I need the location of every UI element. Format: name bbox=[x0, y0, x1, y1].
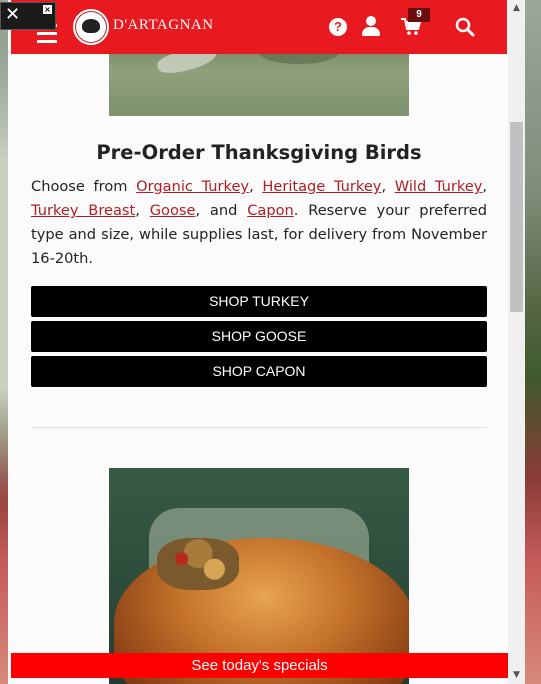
todays-specials-bar[interactable]: See today's specials bbox=[11, 653, 508, 678]
page-viewport: D'ARTAGNAN ? 9 Pre-Order Thanksgiving Bi… bbox=[8, 0, 508, 684]
link-turkey-breast[interactable]: Turkey Breast bbox=[31, 202, 135, 219]
site-header: D'ARTAGNAN ? 9 bbox=[11, 0, 507, 54]
link-goose[interactable]: Goose bbox=[150, 202, 196, 219]
close-icon[interactable]: × bbox=[43, 5, 52, 14]
scroll-thumb[interactable] bbox=[510, 122, 523, 312]
shop-capon-button[interactable]: SHOP CAPON bbox=[31, 356, 487, 387]
vertical-scrollbar[interactable]: ▲ ▼ bbox=[508, 0, 525, 684]
link-wild-turkey[interactable]: Wild Turkey bbox=[395, 178, 483, 195]
section-description: Choose from Organic Turkey, Heritage Tur… bbox=[31, 178, 488, 267]
scroll-up-arrow-icon[interactable]: ▲ bbox=[508, 0, 525, 17]
roast-turkey-image bbox=[109, 468, 409, 684]
shop-goose-button[interactable]: SHOP GOOSE bbox=[31, 321, 487, 352]
devtools-toggle[interactable]: ✕ × bbox=[0, 2, 56, 30]
connector-and: and bbox=[209, 202, 238, 219]
intro-text: Choose from bbox=[31, 178, 128, 195]
logo-icon[interactable] bbox=[73, 9, 109, 45]
user-icon[interactable] bbox=[361, 16, 381, 38]
cart-count-badge: 9 bbox=[408, 8, 430, 22]
help-icon[interactable]: ? bbox=[329, 18, 347, 36]
link-capon[interactable]: Capon bbox=[247, 202, 294, 219]
shop-turkey-button[interactable]: SHOP TURKEY bbox=[31, 286, 487, 317]
scroll-down-arrow-icon[interactable]: ▼ bbox=[508, 667, 525, 684]
brand-name[interactable]: D'ARTAGNAN bbox=[113, 17, 214, 34]
tools-icon[interactable]: ✕ bbox=[5, 5, 20, 25]
browser-window: D'ARTAGNAN ? 9 Pre-Order Thanksgiving Bi… bbox=[8, 0, 525, 684]
link-organic-turkey[interactable]: Organic Turkey bbox=[136, 178, 249, 195]
section-divider bbox=[31, 427, 487, 428]
section-title: Pre-Order Thanksgiving Birds bbox=[96, 141, 422, 164]
search-icon[interactable] bbox=[455, 17, 475, 37]
link-heritage-turkey[interactable]: Heritage Turkey bbox=[262, 178, 381, 195]
